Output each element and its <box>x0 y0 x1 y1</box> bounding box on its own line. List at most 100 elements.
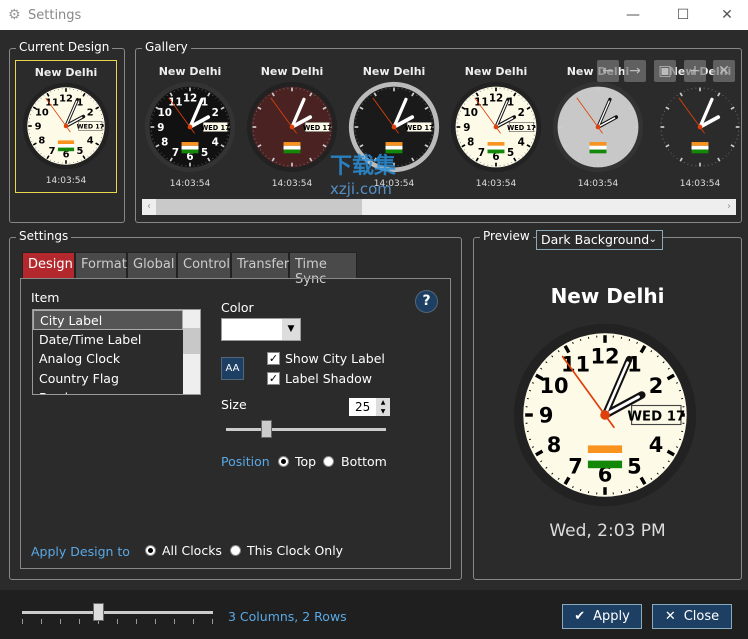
preview-city-label: New Delhi <box>550 284 665 308</box>
hour-numeral: 5 <box>201 147 208 159</box>
color-label: Color <box>221 300 254 315</box>
city-label: New Delhi <box>362 65 426 78</box>
spinner-arrows-icon[interactable]: ▲ ▼ <box>376 398 390 416</box>
item-listbox[interactable]: City Label Date/Time Label Analog Clock Cou… <box>32 309 201 395</box>
flag-icon <box>589 142 607 146</box>
tick-mark <box>717 157 721 162</box>
hour-numeral: 4 <box>87 136 94 147</box>
list-scrollbar[interactable] <box>183 310 200 394</box>
close-button[interactable]: ✕ Close <box>652 604 732 629</box>
background-dropdown[interactable]: Dark Background ⌄ <box>536 230 663 250</box>
maximize-button[interactable]: ☐ <box>660 0 706 30</box>
position-label: Position <box>221 454 270 469</box>
font-button[interactable]: AA <box>221 357 244 380</box>
position-bottom-radio[interactable] <box>323 456 334 467</box>
position-top-radio[interactable] <box>278 456 289 467</box>
list-item[interactable]: Date/Time Label <box>33 330 200 350</box>
tick-mark <box>728 100 730 102</box>
scroll-left-icon[interactable]: ‹ <box>142 199 156 215</box>
tab-design[interactable]: Design <box>22 252 75 278</box>
apply-button[interactable]: ✔ Apply <box>562 604 642 629</box>
layout-text: 3 Columns, 2 Rows <box>228 609 347 624</box>
tab-time-sync[interactable]: Time Sync <box>289 252 357 287</box>
preview-datetime-label: Wed, 2:03 PM <box>549 521 666 541</box>
arrow-right-icon[interactable]: → <box>624 60 646 82</box>
chevron-down-icon[interactable]: ▼ <box>282 319 300 340</box>
this-clock-only-radio[interactable] <box>230 545 241 556</box>
tick-mark <box>628 338 631 342</box>
gallery-clock[interactable]: New Delhi WED 17 14:03:54 <box>242 65 342 189</box>
tick-mark <box>667 149 669 151</box>
gallery-clock[interactable]: New Delhi 123456789101112WED 17 14:03:54 <box>446 65 546 189</box>
flag-icon <box>385 142 403 146</box>
time-label: 14:03:54 <box>577 179 619 189</box>
time-label: 14:03:54 <box>271 179 313 189</box>
center-cap <box>697 124 703 130</box>
list-item[interactable]: Country Flag <box>33 369 200 389</box>
help-button[interactable]: ? <box>415 290 438 313</box>
hour-numeral: 9 <box>539 404 554 428</box>
layout-slider-track[interactable] <box>22 611 213 614</box>
hour-numeral: 7 <box>478 147 485 159</box>
city-label: New Delhi <box>260 65 324 78</box>
list-item[interactable]: Analog Clock <box>33 349 200 369</box>
tab-transfer[interactable]: Transfer <box>231 252 289 278</box>
save-icon[interactable]: ▣ <box>654 60 676 82</box>
tick-mark <box>725 155 727 157</box>
flag-stripe <box>181 145 199 150</box>
tick-mark <box>667 103 669 105</box>
analog-clock: WED 17 <box>246 81 338 173</box>
date-text: WED 17 <box>507 124 536 132</box>
tick-mark <box>579 488 582 492</box>
tab-control[interactable]: Control <box>177 252 231 278</box>
tick-mark <box>728 152 730 154</box>
flag-stripe <box>57 144 75 148</box>
gallery-clock[interactable]: New Delhi 123456789101112WED 17 14:03:54 <box>140 65 240 189</box>
show-city-label-checkbox[interactable]: ✓ <box>267 352 280 365</box>
size-slider-thumb[interactable] <box>261 420 272 438</box>
center-cap <box>63 123 69 129</box>
preview-label: Preview <box>480 229 533 243</box>
plus-icon[interactable]: + <box>684 60 706 82</box>
tab-global[interactable]: Global <box>127 252 177 278</box>
color-picker[interactable]: ▼ <box>221 318 301 341</box>
scroll-right-icon[interactable]: › <box>722 199 736 215</box>
tick-mark <box>628 488 631 492</box>
label-shadow-checkbox[interactable]: ✓ <box>267 372 280 385</box>
layout-slider-thumb[interactable] <box>93 603 105 621</box>
tick-mark <box>731 149 733 151</box>
all-clocks-radio[interactable] <box>145 545 156 556</box>
flag-icon <box>57 140 75 144</box>
flag-icon <box>691 142 709 146</box>
gallery-clock[interactable]: New Delhi 14:03:54 <box>548 65 648 189</box>
tick-mark <box>725 97 727 99</box>
current-design-clock[interactable]: New Delhi 123456789101112WED 17 14:03:54 <box>15 60 117 193</box>
size-value: 25 <box>355 400 371 414</box>
minimize-button[interactable]: — <box>610 0 656 30</box>
size-slider-track[interactable] <box>226 428 386 431</box>
position-top-text: Top <box>295 454 317 469</box>
size-spinner[interactable]: 25 ▲ ▼ <box>349 398 390 416</box>
hour-numeral: 5 <box>77 146 84 157</box>
watermark: 下载集 xzji.com <box>330 148 396 198</box>
list-item[interactable]: City Label <box>33 310 183 330</box>
gallery-scrollbar[interactable]: ‹ › <box>142 199 736 215</box>
hour-numeral: 8 <box>161 136 168 148</box>
list-scroll-thumb[interactable] <box>183 328 200 354</box>
arrow-left-icon[interactable]: ← <box>597 60 619 82</box>
flag-icon <box>587 445 623 453</box>
hour-numeral: 5 <box>627 455 642 479</box>
list-item[interactable]: Border <box>33 388 200 394</box>
gallery-clock[interactable]: New Delhi 14:03:54 <box>650 65 748 189</box>
flag-icon <box>181 142 199 146</box>
scrollbar-thumb[interactable] <box>156 199 362 215</box>
tab-format[interactable]: Format <box>75 252 127 278</box>
slider-tick <box>174 619 175 624</box>
close-icon[interactable]: ✕ <box>713 60 735 82</box>
close-window-button[interactable]: ✕ <box>704 0 748 30</box>
date-text: WED 17 <box>201 124 230 132</box>
watermark-text: 下载集 <box>330 154 397 179</box>
hour-numeral: 2 <box>87 108 94 119</box>
flag-stripe <box>589 149 607 154</box>
hour-numeral: 4 <box>212 136 219 148</box>
